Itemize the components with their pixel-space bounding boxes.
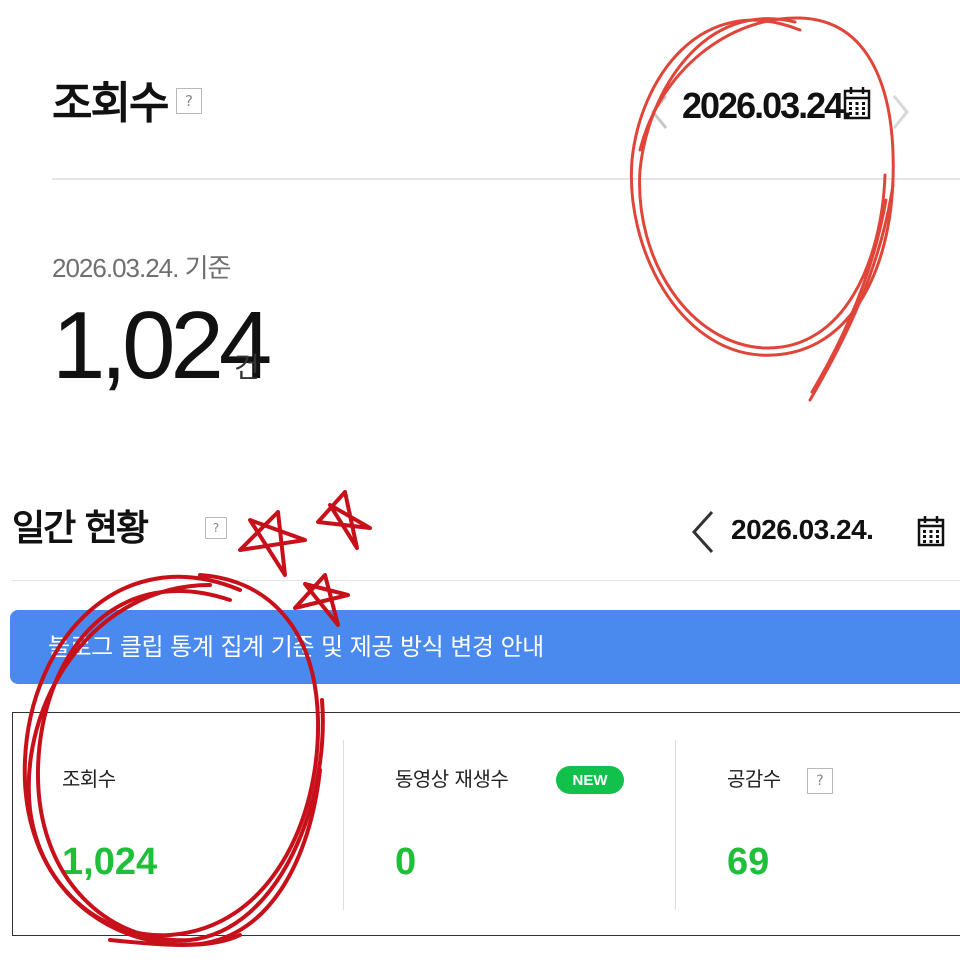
calendar-icon[interactable] bbox=[843, 86, 871, 120]
chevron-right-icon[interactable] bbox=[890, 92, 912, 132]
calendar-icon[interactable] bbox=[917, 515, 945, 547]
date-display[interactable]: 2026.03.24. bbox=[731, 510, 874, 550]
total-views-unit: 건 bbox=[234, 351, 260, 384]
help-icon[interactable]: ? bbox=[807, 768, 833, 794]
stat-divider bbox=[343, 740, 344, 910]
page-title: 조회수 bbox=[52, 78, 169, 129]
stat-label-video-plays: 동영상 재생수 bbox=[395, 767, 509, 791]
section-title: 일간 현황 bbox=[12, 508, 149, 549]
notice-banner[interactable]: 블로그 클립 통계 집계 기준 및 제공 방식 변경 안내 bbox=[10, 610, 960, 684]
new-badge: NEW bbox=[556, 766, 624, 794]
stat-divider bbox=[675, 740, 676, 910]
stat-value-likes: 69 bbox=[727, 841, 770, 883]
help-icon[interactable]: ? bbox=[205, 517, 227, 539]
stat-label-likes: 공감수 bbox=[727, 767, 781, 791]
stat-label-views: 조회수 bbox=[62, 767, 116, 791]
section-divider bbox=[12, 580, 960, 581]
notice-text[interactable]: 블로그 클립 통계 집계 기준 및 제공 방식 변경 안내 bbox=[48, 629, 544, 665]
stat-value-views: 1,024 bbox=[62, 841, 158, 883]
stats-panel bbox=[12, 712, 960, 936]
stat-value-video-plays: 0 bbox=[395, 841, 417, 883]
annotation-loop-date bbox=[629, 16, 895, 402]
chevron-left-icon[interactable] bbox=[690, 508, 716, 556]
annotation-stars bbox=[238, 490, 372, 627]
chevron-left-icon[interactable] bbox=[648, 92, 670, 132]
help-icon[interactable]: ? bbox=[176, 88, 202, 114]
date-display[interactable]: 2026.03.24. bbox=[682, 82, 852, 130]
basis-date-label: 2026.03.24. 기준 bbox=[52, 253, 231, 283]
section-divider bbox=[52, 178, 960, 180]
